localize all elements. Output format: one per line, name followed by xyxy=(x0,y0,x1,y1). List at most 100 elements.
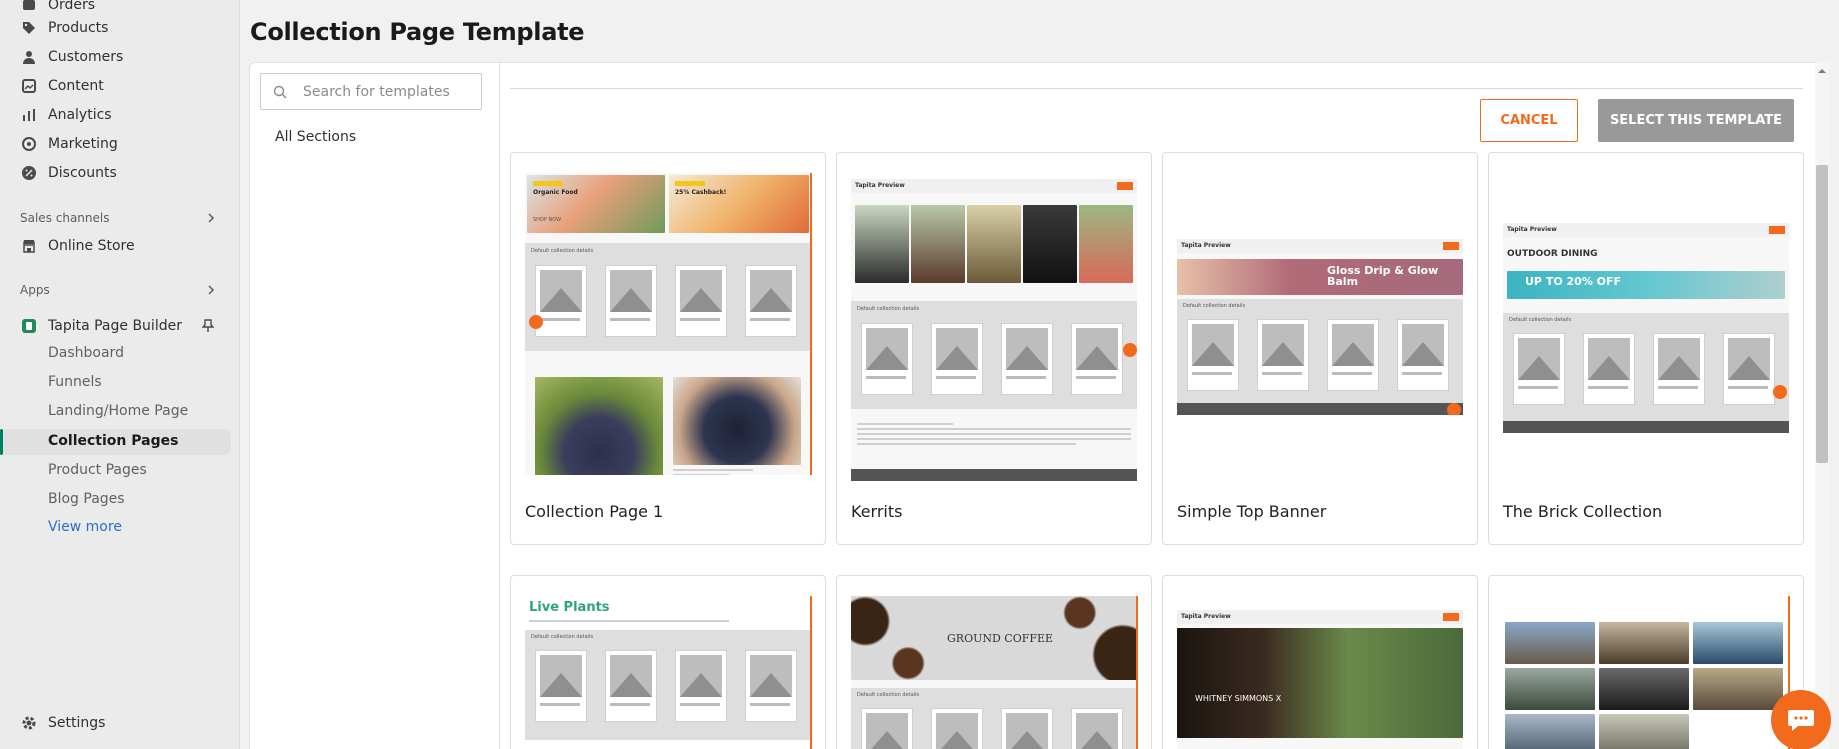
preview-chat-icon xyxy=(529,315,543,329)
app-item-funnels[interactable]: Funnels xyxy=(48,371,102,393)
preview-chat-icon xyxy=(1773,385,1787,399)
content-icon xyxy=(20,77,38,95)
app-item-landing[interactable]: Landing/Home Page xyxy=(48,400,188,422)
nav-online-store-label: Online Store xyxy=(48,238,135,254)
filter-all-sections[interactable]: All Sections xyxy=(275,129,356,145)
preview-edge xyxy=(810,596,812,749)
cancel-button[interactable]: CANCEL xyxy=(1480,99,1578,142)
target-icon xyxy=(20,135,38,153)
preview-product-tile xyxy=(745,265,797,337)
preview-organic-food: Organic Food xyxy=(533,189,578,196)
search-icon xyxy=(273,85,287,98)
nav-analytics[interactable]: Analytics xyxy=(20,104,112,126)
preview-default-details: Default collection details xyxy=(857,692,920,698)
app-item-dashboard[interactable]: Dashboard xyxy=(48,342,124,364)
template-preview: Tapita Preview Gloss Drip & Glow Balm De… xyxy=(1177,239,1463,415)
preview-badge xyxy=(533,181,563,186)
template-name: Simple Top Banner xyxy=(1177,502,1327,521)
nav-products[interactable]: Products xyxy=(20,17,108,39)
preview-product-tile xyxy=(1071,323,1123,395)
template-card-ground-coffee[interactable]: GROUND COFFEE Default collection details xyxy=(836,575,1152,749)
nav-discounts[interactable]: Discounts xyxy=(20,162,117,184)
nav-marketing[interactable]: Marketing xyxy=(20,133,118,155)
preview-product-tile xyxy=(861,323,913,395)
app-item-product-pages[interactable]: Product Pages xyxy=(48,459,147,481)
preview-up-to-off: UP TO 20% OFF xyxy=(1525,275,1622,288)
nav-customers[interactable]: Customers xyxy=(20,46,123,68)
preview-product-tile xyxy=(675,650,727,722)
nav-marketing-label: Marketing xyxy=(48,136,118,152)
preview-header-button xyxy=(1443,613,1459,621)
nav-settings[interactable]: Settings xyxy=(20,712,105,734)
chevron-right-icon[interactable] xyxy=(205,284,217,296)
template-preview: GROUND COFFEE Default collection details xyxy=(851,596,1137,749)
template-card-collection-page-1[interactable]: Organic Food SHOP NOW 25% Cashback! Defa… xyxy=(510,152,826,545)
nav-content[interactable]: Content xyxy=(20,75,104,97)
preview-product-tile xyxy=(1001,708,1053,749)
view-more-link[interactable]: View more xyxy=(48,516,122,538)
template-card-simple-top-banner[interactable]: Tapita Preview Gloss Drip & Glow Balm De… xyxy=(1162,152,1478,545)
chevron-right-icon[interactable] xyxy=(205,212,217,224)
preview-outdoor-dining: OUTDOOR DINING xyxy=(1507,249,1598,259)
preview-product-tile xyxy=(1397,319,1449,391)
preview-text xyxy=(529,620,729,625)
preview-image-grapes xyxy=(535,377,663,475)
search-input[interactable] xyxy=(303,83,473,100)
nav-customers-label: Customers xyxy=(48,49,124,65)
app-item-collection-pages[interactable]: Collection Pages xyxy=(48,430,178,452)
template-card-whitney[interactable]: Tapita Preview WHITNEY SIMMONS X xyxy=(1162,575,1478,749)
preview-image xyxy=(967,205,1021,283)
scrollbar-thumb[interactable] xyxy=(1816,165,1828,463)
preview-product-tile xyxy=(1723,333,1775,405)
preview-image xyxy=(1599,668,1689,710)
divider xyxy=(510,88,1803,89)
template-preview: Organic Food SHOP NOW 25% Cashback! Defa… xyxy=(525,173,811,475)
chat-icon xyxy=(1788,710,1814,731)
preview-product-tile xyxy=(1513,333,1565,405)
preview-product-tile xyxy=(605,650,657,722)
preview-image xyxy=(1693,622,1783,664)
app-tapita[interactable]: Tapita Page Builder xyxy=(20,315,182,337)
nav-online-store[interactable]: Online Store xyxy=(20,235,135,257)
gear-icon xyxy=(20,714,38,732)
preview-image-hands xyxy=(673,377,801,465)
bar-chart-icon xyxy=(20,106,38,124)
app-item-blog-pages[interactable]: Blog Pages xyxy=(48,488,125,510)
search-box[interactable] xyxy=(260,73,482,110)
preview-product-tile xyxy=(535,650,587,722)
template-card-brick-collection[interactable]: Tapita Preview OUTDOOR DINING UP TO 20% … xyxy=(1488,152,1804,545)
template-preview: Live Plants Default collection details xyxy=(525,596,811,749)
sidebar: Orders Products Customers Content Analyt… xyxy=(0,0,240,749)
select-template-button[interactable]: SELECT THIS TEMPLATE xyxy=(1598,99,1794,142)
template-card-live-plants[interactable]: Live Plants Default collection details xyxy=(510,575,826,749)
preview-shop-now: SHOP NOW xyxy=(533,217,562,223)
preview-product-tile xyxy=(535,265,587,337)
preview-product-tile xyxy=(1327,319,1379,391)
nav-settings-label: Settings xyxy=(48,715,106,731)
pin-icon[interactable] xyxy=(202,319,214,333)
preview-image xyxy=(1079,205,1133,283)
preview-brand: Tapita Preview xyxy=(855,182,905,189)
chat-button[interactable] xyxy=(1771,690,1831,749)
preview-product-tile xyxy=(1001,323,1053,395)
preview-product-tile xyxy=(861,708,913,749)
preview-chat-icon xyxy=(1123,343,1137,357)
preview-product-tile xyxy=(1257,319,1309,391)
preview-product-tile xyxy=(1187,319,1239,391)
preview-product-tile xyxy=(1583,333,1635,405)
preview-product-tile xyxy=(745,650,797,722)
preview-cashback: 25% Cashback! xyxy=(675,189,727,196)
preview-header-button xyxy=(1117,182,1133,190)
preview-product-tile xyxy=(605,265,657,337)
template-card-hike-camp[interactable] xyxy=(1488,575,1804,749)
preview-chat-icon xyxy=(1447,403,1461,415)
discount-icon xyxy=(20,164,38,182)
preview-product-tile xyxy=(1071,708,1123,749)
template-card-kerrits[interactable]: Tapita Preview Default collection detail… xyxy=(836,152,1152,545)
nav-discounts-label: Discounts xyxy=(48,165,117,181)
nav-orders[interactable]: Orders xyxy=(20,0,95,16)
preview-product-tile xyxy=(1653,333,1705,405)
template-preview xyxy=(1503,596,1789,749)
store-icon xyxy=(20,237,38,255)
scroll-up-icon[interactable] xyxy=(1816,66,1828,76)
